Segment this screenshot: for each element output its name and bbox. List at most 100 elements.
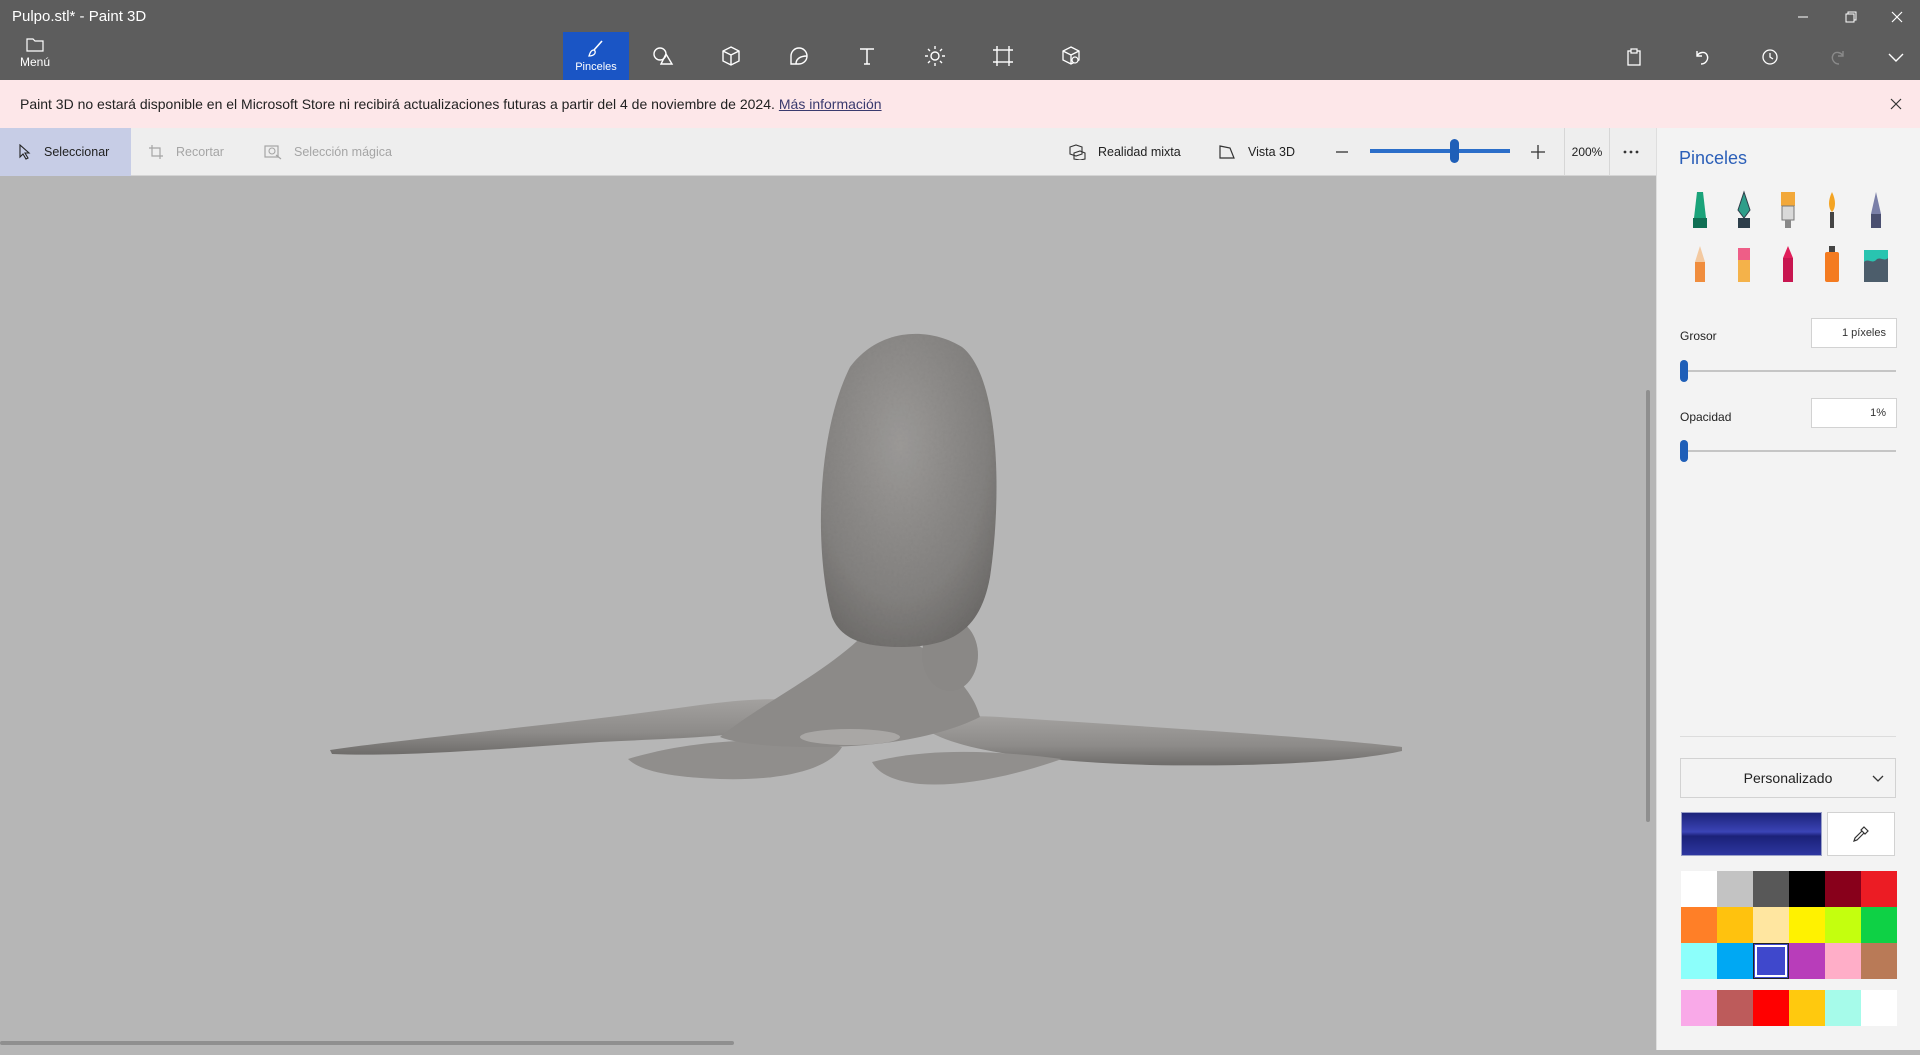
shapes-2d-icon <box>653 47 674 65</box>
sticker-icon <box>790 47 808 65</box>
custom-color-swatch[interactable] <box>1753 990 1789 1026</box>
oil-brush[interactable] <box>1771 188 1805 232</box>
color-swatch[interactable] <box>1681 907 1717 943</box>
color-swatch[interactable] <box>1681 871 1717 907</box>
marker-brush[interactable] <box>1683 188 1717 232</box>
color-swatch[interactable] <box>1681 943 1717 979</box>
custom-color-swatch[interactable] <box>1681 990 1717 1026</box>
thickness-slider-thumb[interactable] <box>1680 360 1688 382</box>
eraser-brush[interactable] <box>1727 242 1761 286</box>
color-swatch[interactable] <box>1861 943 1897 979</box>
spray-can-brush[interactable] <box>1815 242 1849 286</box>
marker-icon <box>1693 192 1707 228</box>
color-swatch[interactable] <box>1753 907 1789 943</box>
color-swatch[interactable] <box>1825 943 1861 979</box>
tool-canvas[interactable] <box>970 32 1036 80</box>
opacity-slider-track[interactable] <box>1684 450 1896 452</box>
tool-text[interactable] <box>834 32 900 80</box>
opacity-input[interactable]: 1% <box>1811 398 1897 428</box>
pencil-brush[interactable] <box>1683 242 1717 286</box>
tool-brushes-label: Pinceles <box>575 61 617 73</box>
custom-color-swatch[interactable] <box>1825 990 1861 1026</box>
undo-button[interactable] <box>1682 40 1722 74</box>
history-button[interactable] <box>1750 40 1790 74</box>
cursor-arrow-icon <box>19 144 31 160</box>
oil-brush-icon <box>1781 192 1795 228</box>
menu-button[interactable]: Menú <box>14 36 56 74</box>
close-window-button[interactable] <box>1876 0 1918 34</box>
zoom-slider-track[interactable] <box>1370 149 1510 153</box>
paste-button[interactable] <box>1614 40 1654 74</box>
more-options-button[interactable] <box>1622 128 1652 176</box>
color-swatch[interactable] <box>1717 907 1753 943</box>
mixed-reality-icon <box>1069 144 1086 160</box>
restore-button[interactable] <box>1830 0 1872 34</box>
vertical-scrollbar[interactable] <box>1646 390 1650 822</box>
color-swatch[interactable] <box>1861 907 1897 943</box>
expand-button[interactable] <box>1876 40 1916 74</box>
more-info-link[interactable]: Más información <box>779 96 882 112</box>
tool-2d-shapes[interactable] <box>630 32 696 80</box>
custom-color-swatch[interactable] <box>1789 990 1825 1026</box>
crayon-brush[interactable] <box>1771 242 1805 286</box>
color-swatch[interactable] <box>1789 907 1825 943</box>
minimize-button[interactable] <box>1782 0 1824 34</box>
close-icon <box>1891 11 1903 23</box>
undo-icon <box>1696 51 1709 65</box>
color-swatch[interactable] <box>1753 871 1789 907</box>
tool-brushes[interactable]: Pinceles <box>563 32 629 80</box>
custom-color-swatch[interactable] <box>1717 990 1753 1026</box>
tool-3d-library[interactable] <box>1038 32 1104 80</box>
pencil-icon <box>1695 246 1705 282</box>
color-swatch[interactable] <box>1717 943 1753 979</box>
folder-icon <box>26 38 44 52</box>
eyedropper-button[interactable] <box>1827 812 1895 856</box>
color-swatch[interactable] <box>1789 871 1825 907</box>
redo-button[interactable] <box>1818 40 1858 74</box>
thickness-input[interactable]: 1 píxeles <box>1811 318 1897 348</box>
menu-label: Menú <box>19 55 51 69</box>
fill-brush[interactable] <box>1859 242 1893 286</box>
custom-color-swatch[interactable] <box>1861 990 1897 1026</box>
color-swatch[interactable] <box>1717 871 1753 907</box>
canvas-area[interactable] <box>0 177 1656 1050</box>
spray-can-icon <box>1825 246 1839 282</box>
texture-dropdown-value: Personalizado <box>1743 770 1833 786</box>
fill-bucket-icon <box>1864 250 1888 282</box>
thickness-slider-track[interactable] <box>1684 370 1896 372</box>
minimize-icon <box>1798 16 1808 18</box>
magic-select-button[interactable]: Selección mágica <box>264 128 392 176</box>
opacity-slider-thumb[interactable] <box>1680 440 1688 462</box>
crop-button[interactable]: Recortar <box>148 128 224 176</box>
tool-3d-shapes[interactable] <box>698 32 764 80</box>
view-3d-button[interactable]: Vista 3D <box>1218 128 1295 176</box>
zoom-out-button[interactable] <box>1334 128 1362 176</box>
pixel-pen-brush[interactable] <box>1859 188 1893 232</box>
calligraphy-pen-brush[interactable] <box>1727 188 1761 232</box>
color-swatch[interactable] <box>1753 943 1789 979</box>
minus-icon <box>1336 151 1348 153</box>
watercolor-brush[interactable] <box>1815 188 1849 232</box>
select-button[interactable]: Seleccionar <box>0 128 132 176</box>
tool-stickers[interactable] <box>766 32 832 80</box>
color-swatch[interactable] <box>1825 871 1861 907</box>
horizontal-scrollbar[interactable] <box>0 1041 734 1045</box>
zoom-slider-thumb[interactable] <box>1450 139 1459 163</box>
color-swatch[interactable] <box>1861 871 1897 907</box>
restore-icon <box>1845 11 1857 23</box>
banner-close-button[interactable] <box>1886 94 1906 114</box>
octopus-3d-model[interactable] <box>0 177 1656 1050</box>
current-color-swatch[interactable] <box>1681 812 1822 856</box>
color-swatch[interactable] <box>1825 907 1861 943</box>
zoom-in-button[interactable] <box>1530 128 1558 176</box>
tool-effects[interactable] <box>902 32 968 80</box>
chevron-down-icon <box>1888 53 1904 62</box>
color-swatch[interactable] <box>1789 943 1825 979</box>
effects-sun-icon <box>925 46 945 66</box>
texture-dropdown[interactable]: Personalizado <box>1680 758 1896 798</box>
brush-icon <box>588 40 603 57</box>
zoom-percentage[interactable]: 200% <box>1564 128 1610 176</box>
mixed-reality-button[interactable]: Realidad mixta <box>1068 128 1181 176</box>
panel-divider <box>1680 736 1896 737</box>
view-3d-icon <box>1219 145 1235 159</box>
